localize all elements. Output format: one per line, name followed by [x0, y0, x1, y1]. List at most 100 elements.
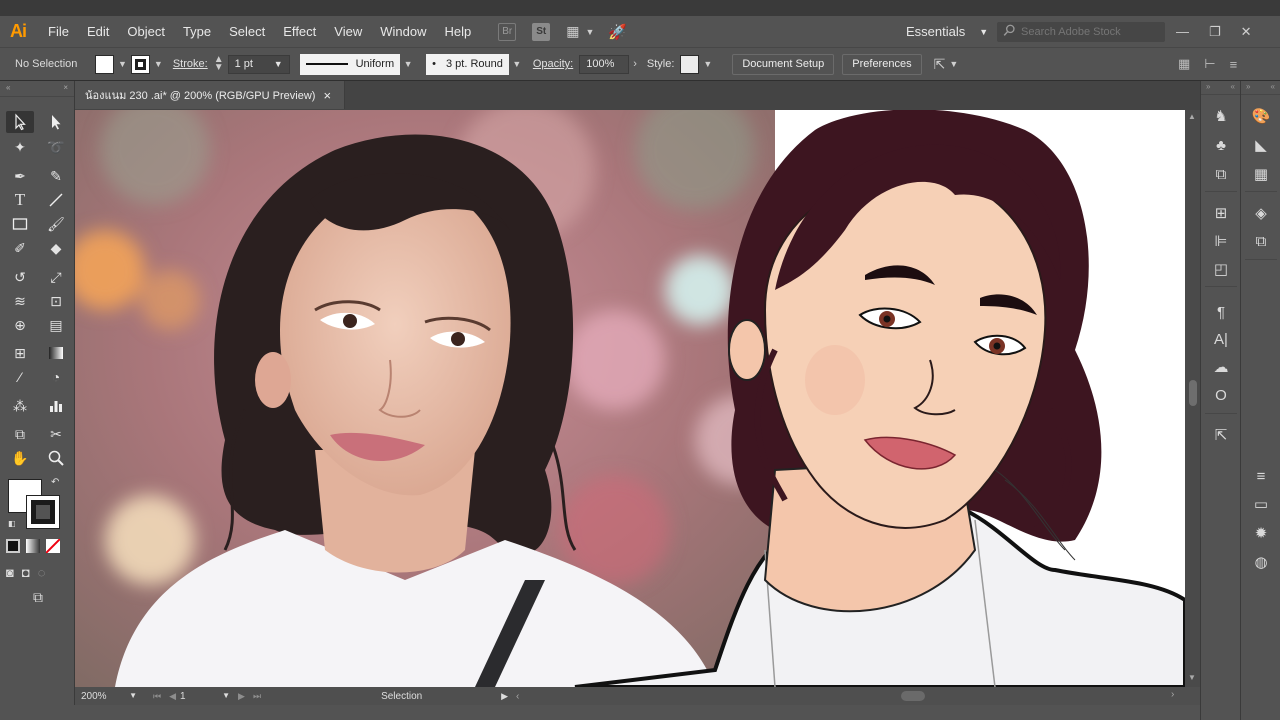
artboard-canvas[interactable]: [75, 110, 1185, 687]
scroll-left-icon[interactable]: ‹: [516, 691, 519, 702]
scroll-down-icon[interactable]: ▼: [1188, 673, 1196, 682]
vertical-scroll-thumb[interactable]: [1189, 380, 1197, 406]
menu-view[interactable]: View: [325, 24, 371, 39]
menu-help[interactable]: Help: [435, 24, 480, 39]
line-segment-tool-icon[interactable]: [42, 189, 70, 211]
slice-tool-icon[interactable]: ✂: [42, 423, 70, 445]
magic-wand-tool-icon[interactable]: ✦: [6, 136, 34, 158]
menu-object[interactable]: Object: [118, 24, 174, 39]
document-setup-button[interactable]: Document Setup: [732, 53, 835, 75]
graphic-styles-panel-icon[interactable]: ◍: [1252, 553, 1270, 571]
lasso-tool-icon[interactable]: ➰: [42, 136, 70, 158]
vertical-scrollbar[interactable]: ▲ ▼: [1185, 110, 1200, 687]
transform-panel-icon[interactable]: ⊞: [1212, 204, 1230, 222]
document-tab[interactable]: น้องแนม 230 .ai* @ 200% (RGB/GPU Preview…: [75, 81, 345, 109]
screen-mode-icon[interactable]: ⧉: [33, 589, 43, 606]
close-tab-icon[interactable]: ×: [323, 88, 331, 103]
menu-select[interactable]: Select: [220, 24, 274, 39]
stroke-panel-icon[interactable]: ≡: [1252, 467, 1270, 485]
fill-color-swatch[interactable]: [95, 54, 114, 74]
paintbrush-tool-icon[interactable]: 🖌: [42, 213, 70, 235]
opentype-panel-icon[interactable]: O: [1212, 386, 1230, 404]
panel-menu-icon[interactable]: ≡: [1230, 57, 1238, 72]
fill-stroke-widget[interactable]: ↶ ◧: [6, 477, 66, 537]
type-tool-icon[interactable]: T: [6, 189, 34, 211]
scroll-up-icon[interactable]: ▲: [1188, 112, 1196, 121]
transform-icon[interactable]: ⊢: [1204, 56, 1215, 72]
previous-artboard-icon[interactable]: ◀: [169, 691, 176, 702]
align-to-selection-icon[interactable]: ⇱: [934, 56, 946, 73]
default-fill-stroke-icon[interactable]: ◧: [8, 519, 16, 528]
pathfinder-panel-icon[interactable]: ◰: [1212, 260, 1230, 278]
variable-width-profile[interactable]: Uniform: [299, 53, 401, 75]
perspective-grid-tool-icon[interactable]: ▤: [42, 314, 70, 336]
creative-cloud-libraries-icon[interactable]: ☁: [1212, 358, 1230, 376]
layers-panel-icon[interactable]: ◈: [1252, 204, 1270, 222]
opacity-field[interactable]: 100%: [579, 54, 630, 74]
close-icon[interactable]: ✕: [1241, 24, 1252, 40]
first-artboard-icon[interactable]: ⏮: [153, 691, 161, 702]
column-graph-tool-icon[interactable]: [42, 395, 70, 417]
color-guide-icon[interactable]: 🎨: [1252, 107, 1271, 125]
chevron-down-icon[interactable]: ▼: [703, 59, 712, 69]
arrange-grid-icon[interactable]: ▦: [1178, 56, 1190, 72]
horizontal-scroll-thumb[interactable]: [901, 691, 925, 701]
hand-tool-icon[interactable]: ✋: [6, 447, 34, 469]
chevron-down-icon[interactable]: ▼: [154, 59, 163, 69]
artboard-nav-prev[interactable]: ⏮ ◀: [153, 691, 176, 702]
adobe-stock-button[interactable]: St: [532, 22, 551, 41]
scroll-right-icon[interactable]: ›: [1171, 689, 1174, 700]
stroke-label[interactable]: Stroke:: [173, 58, 208, 70]
panel-dock-header[interactable]: » «: [1201, 81, 1240, 95]
opacity-label[interactable]: Opacity:: [533, 58, 573, 70]
swap-fill-stroke-icon[interactable]: ↶: [51, 477, 59, 488]
scale-tool-icon[interactable]: ⤢: [42, 266, 70, 288]
status-menu-icon[interactable]: ▶: [501, 691, 508, 702]
stroke-weight-stepper[interactable]: ▲ ▼: [214, 55, 224, 73]
selection-tool-icon[interactable]: [6, 111, 34, 133]
brush-definition[interactable]: • 3 pt. Round: [426, 53, 509, 75]
direct-selection-tool-icon[interactable]: [42, 111, 70, 133]
rectangle-tool-icon[interactable]: [6, 213, 34, 235]
workspace-switcher[interactable]: Essentials ▼: [906, 16, 988, 47]
eraser-tool-icon[interactable]: ◆: [42, 237, 70, 259]
artboard-tool-icon[interactable]: ⧉: [6, 423, 34, 445]
symbols-icon[interactable]: ♣: [1212, 136, 1230, 154]
graphic-style-swatch[interactable]: [680, 54, 700, 74]
swatches-panel-icon[interactable]: ▦: [1252, 165, 1270, 183]
curvature-tool-icon[interactable]: ✎: [42, 165, 70, 187]
draw-behind-icon[interactable]: ◘: [22, 565, 30, 580]
menu-window[interactable]: Window: [371, 24, 435, 39]
symbol-sprayer-tool-icon[interactable]: ⁂: [6, 395, 34, 417]
appearance-panel-icon[interactable]: ◣: [1252, 136, 1270, 154]
artboard-number-field[interactable]: 1 ▼: [180, 691, 230, 702]
align-panel-icon[interactable]: ⊫: [1212, 232, 1230, 250]
next-artboard-icon[interactable]: ▶: [238, 691, 245, 702]
arrange-documents-button[interactable]: ▦ ▼: [566, 23, 594, 40]
free-transform-tool-icon[interactable]: ⊡: [42, 290, 70, 312]
chevron-right-icon[interactable]: ›: [633, 58, 637, 70]
pen-tool-icon[interactable]: ✒: [6, 165, 34, 187]
shape-builder-tool-icon[interactable]: ⊕: [6, 314, 34, 336]
character-panel-icon[interactable]: A|: [1212, 330, 1230, 348]
color-mode-icon[interactable]: [6, 539, 20, 553]
draw-inside-icon[interactable]: ◌: [38, 565, 46, 580]
gradient-tool-icon[interactable]: [42, 342, 70, 364]
stroke-color-box[interactable]: [26, 495, 60, 529]
artboard-nav-next[interactable]: ▶ ⏭: [238, 691, 261, 702]
shaper-tool-icon[interactable]: ✐: [6, 237, 34, 259]
menu-type[interactable]: Type: [174, 24, 220, 39]
artboards-panel-icon[interactable]: ⧉: [1252, 232, 1270, 250]
mesh-tool-icon[interactable]: ⊞: [6, 342, 34, 364]
menu-effect[interactable]: Effect: [274, 24, 325, 39]
asset-export-icon[interactable]: ⧉: [1212, 165, 1230, 183]
rotate-tool-icon[interactable]: ↺: [6, 266, 34, 288]
panel-dock-header[interactable]: » «: [1241, 81, 1280, 95]
warp-tool-icon[interactable]: ≋: [6, 290, 34, 312]
preferences-button[interactable]: Preferences: [842, 53, 922, 75]
zoom-tool-icon[interactable]: [42, 447, 70, 469]
menu-file[interactable]: File: [36, 24, 78, 39]
blend-tool-icon[interactable]: ◔: [42, 366, 70, 388]
eyedropper-tool-icon[interactable]: ⁄: [6, 366, 34, 388]
stroke-color-swatch[interactable]: [130, 54, 150, 74]
